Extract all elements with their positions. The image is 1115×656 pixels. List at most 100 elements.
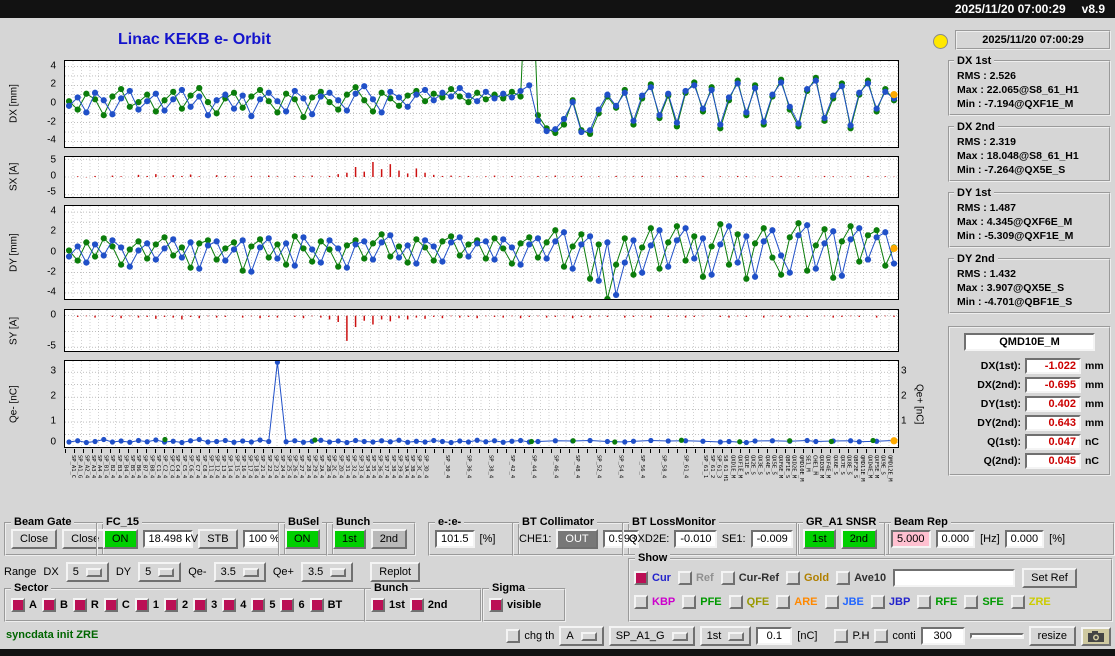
plot-dy-canvas: [64, 205, 899, 300]
show-gold-checkbox[interactable]: [786, 571, 800, 585]
plot-sy-canvas: [64, 309, 899, 352]
sector-item: 3: [193, 598, 217, 612]
status-lamp: [933, 34, 948, 49]
group-title: Bunch: [333, 516, 373, 528]
set-ref-button[interactable]: Set Ref: [1022, 568, 1077, 588]
beam-gate-group: Beam Gate Close Close: [4, 522, 104, 556]
stat-group-title: DY 2nd: [954, 253, 998, 265]
interval-input[interactable]: 300: [921, 627, 965, 645]
show-row-1: Cur Ref Cur-Ref Gold Ave10 Set Ref: [634, 566, 1107, 590]
monitor-row: Q(2nd): 0.045 nC: [954, 451, 1105, 470]
monitor-name: QMD10E_M: [964, 333, 1095, 351]
bunch-1st-checkbox[interactable]: [371, 598, 385, 612]
fc15-stb-button[interactable]: STB: [198, 529, 237, 549]
ph-checkbox[interactable]: [834, 629, 848, 643]
range-dx-select[interactable]: 5: [66, 562, 109, 582]
fc15-on-button[interactable]: ON: [103, 529, 138, 549]
ref-name-input[interactable]: [893, 569, 1015, 587]
sector-checkbox-6[interactable]: [280, 598, 294, 612]
sector-item: C: [104, 598, 130, 612]
monitor-select[interactable]: SP_A1_G: [609, 626, 695, 646]
resize-button[interactable]: resize: [1029, 626, 1076, 646]
beam-rep-set[interactable]: 5.000: [891, 530, 931, 548]
se1-readout: -0.009: [751, 530, 793, 548]
fc15-group: FC_15 ON 18.498 kV STB 100 %: [96, 522, 286, 556]
stat-max: Max : 22.065@S8_61_H1: [957, 83, 1105, 97]
show-pfe-checkbox[interactable]: [682, 595, 696, 609]
group-title: BuSel: [285, 516, 322, 528]
sector-checkbox-3[interactable]: [193, 598, 207, 612]
stat-max: Max : 4.345@QXF6E_M: [957, 215, 1105, 229]
monitor-panel: QMD10E_M DX(1st): -1.022 mm DX(2nd): -0.…: [948, 326, 1111, 476]
bunch-2nd-checkbox[interactable]: [410, 598, 424, 612]
stat-rms: RMS : 2.319: [957, 135, 1105, 149]
stat-min: Min : -5.309@QXF1E_M: [957, 229, 1105, 243]
show-ave10-checkbox[interactable]: [836, 571, 850, 585]
snapshot-button[interactable]: [1081, 627, 1111, 646]
plot-qe-canvas: [64, 360, 899, 448]
sector-select[interactable]: A: [559, 626, 603, 646]
sector-checkbox-bt[interactable]: [310, 598, 324, 612]
beam-gate-close-button-1[interactable]: Close: [11, 529, 57, 549]
bunch-item: 2nd: [410, 598, 448, 612]
show-rfe-checkbox[interactable]: [917, 595, 931, 609]
show-sfe-checkbox[interactable]: [964, 595, 978, 609]
x-axis-tick-strip: [65, 449, 898, 453]
sigma-visible-checkbox[interactable]: [489, 598, 503, 612]
range-dy-label: DY: [116, 566, 131, 578]
range-qem-label: Qe-: [188, 566, 206, 578]
beam-rep-hz-unit: [Hz]: [980, 533, 1000, 545]
sector-checkbox-4[interactable]: [222, 598, 236, 612]
threshold-input[interactable]: 0.1: [756, 627, 792, 645]
plot-dx: DX [mm] 420-2-4: [0, 60, 926, 148]
plot-dy-ylabel: DY [mm]: [6, 205, 22, 300]
monitor-row: DY(1st): 0.402 mm: [954, 394, 1105, 413]
dropdown-handle-icon: [158, 568, 174, 577]
monitor-value: 0.045: [1025, 453, 1081, 469]
plot-sx-yticks: 50-5: [24, 156, 60, 198]
show-ref-checkbox[interactable]: [678, 571, 692, 585]
show-cur-checkbox[interactable]: [634, 571, 648, 585]
titlebar-version: v8.9: [1082, 2, 1105, 16]
sector-checkbox-1[interactable]: [135, 598, 149, 612]
range-qem-select[interactable]: 3.5: [214, 562, 266, 582]
show-kbp-checkbox[interactable]: [634, 595, 648, 609]
monitor-row: Q(1st): 0.047 nC: [954, 432, 1105, 451]
replot-button[interactable]: Replot: [370, 562, 420, 582]
monitor-value: 0.047: [1025, 434, 1081, 450]
ee-ratio-group: e-:e- 101.5 [%]: [428, 522, 520, 556]
conti-checkbox[interactable]: [874, 629, 888, 643]
show-zre-checkbox[interactable]: [1011, 595, 1025, 609]
extra-input[interactable]: [970, 633, 1024, 639]
sector-checkbox-5[interactable]: [251, 598, 265, 612]
sector-checkbox-r[interactable]: [73, 598, 87, 612]
dropdown-handle-icon: [672, 632, 688, 641]
show-jbp-checkbox[interactable]: [871, 595, 885, 609]
range-qep-select[interactable]: 3.5: [301, 562, 353, 582]
status-bar: syncdata init ZRE chg th A SP_A1_G 1st 0…: [0, 624, 1115, 649]
bunch-1st-button[interactable]: 1st: [333, 529, 366, 549]
show-qfe-checkbox[interactable]: [729, 595, 743, 609]
sigma-item: visible: [489, 598, 541, 612]
group-title: Sector: [11, 582, 51, 594]
plot-qe: Qe- [nC] 3210 321 Qe+ [nC]: [0, 360, 926, 448]
sector-checkbox-a[interactable]: [11, 598, 25, 612]
dropdown-handle-icon: [581, 632, 597, 641]
show-are-checkbox[interactable]: [776, 595, 790, 609]
bunch-2nd-button[interactable]: 2nd: [371, 529, 407, 549]
show-cur-ref-checkbox[interactable]: [721, 571, 735, 585]
sector-item: BT: [310, 598, 343, 612]
show-jbe-checkbox[interactable]: [825, 595, 839, 609]
sector-checkbox-2[interactable]: [164, 598, 178, 612]
range-dy-select[interactable]: 5: [138, 562, 181, 582]
chg-th-checkbox[interactable]: [506, 629, 520, 643]
stat-group-dy-2nd: DY 2nd RMS : 1.432 Max : 3.907@QX5E_S Mi…: [948, 258, 1111, 314]
sector-checkbox-c[interactable]: [104, 598, 118, 612]
monitor-row: DY(2nd): 0.643 mm: [954, 413, 1105, 432]
ee-ratio-unit: [%]: [480, 533, 496, 545]
bunch-select[interactable]: 1st: [700, 626, 752, 646]
gr-snsr-2nd-button[interactable]: 2nd: [841, 529, 877, 549]
busel-on-button[interactable]: ON: [285, 529, 320, 549]
sector-checkbox-b[interactable]: [42, 598, 56, 612]
gr-snsr-1st-button[interactable]: 1st: [803, 529, 836, 549]
